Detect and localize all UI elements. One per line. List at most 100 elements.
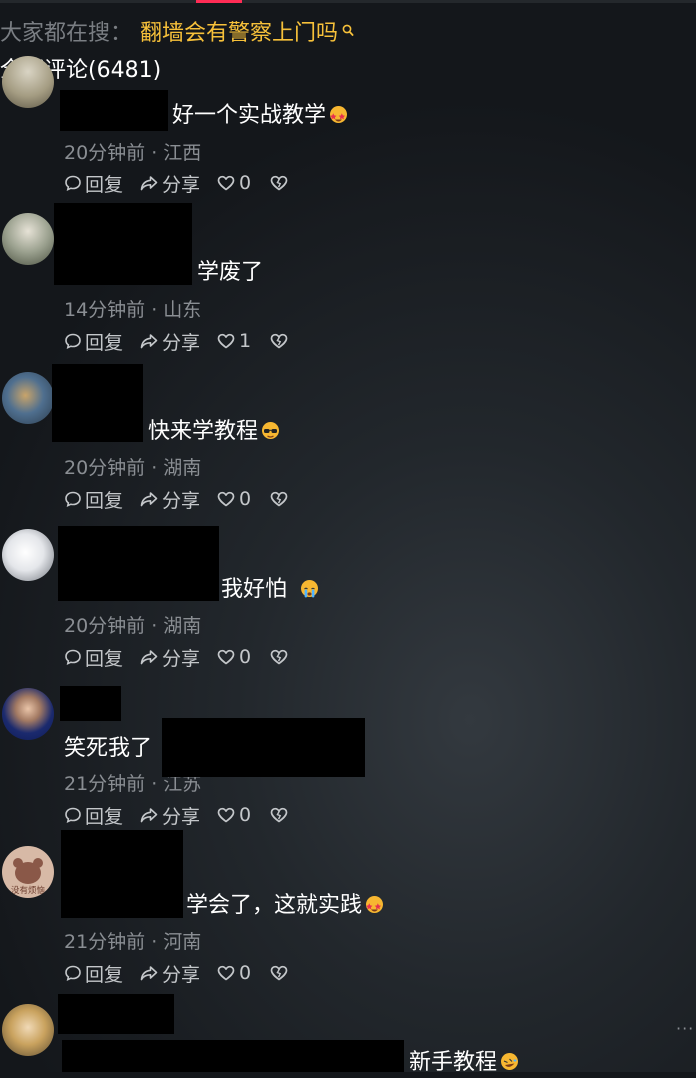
reply-button[interactable]: 回复: [64, 170, 123, 197]
comment-text: 学会了，这就实践: [186, 887, 384, 919]
redacted-username: [60, 90, 168, 131]
search-icon[interactable]: [342, 19, 354, 44]
heart-icon: [217, 807, 235, 823]
like-count: 0: [239, 804, 252, 826]
comment-text: 学废了: [197, 260, 264, 285]
broken-heart-icon: [270, 333, 288, 349]
avatar[interactable]: 没有烦恼: [2, 846, 54, 898]
reply-button[interactable]: 回复: [64, 328, 123, 355]
reply-button[interactable]: 回复: [64, 644, 123, 671]
top-progress-line: [0, 0, 696, 3]
rofl-emoji-icon: [501, 1052, 519, 1070]
like-count: 0: [239, 172, 252, 194]
share-icon: [140, 176, 158, 191]
star-struck-emoji-icon: [366, 895, 384, 913]
like-button[interactable]: 0: [216, 962, 251, 984]
redacted-username: [54, 203, 192, 285]
redacted-username: [58, 526, 219, 601]
heart-icon: [217, 333, 235, 349]
broken-heart-icon: [270, 649, 288, 665]
avatar[interactable]: [2, 529, 54, 581]
share-button[interactable]: 分享: [139, 486, 200, 513]
redacted-username: [52, 364, 143, 442]
dislike-button[interactable]: [269, 964, 292, 982]
reply-icon: [65, 333, 81, 349]
broken-heart-icon: [270, 175, 288, 191]
heart-icon: [217, 965, 235, 981]
avatar[interactable]: [2, 213, 54, 265]
like-count: 0: [239, 488, 252, 510]
reply-icon: [65, 965, 81, 981]
share-icon: [140, 492, 158, 507]
avatar[interactable]: [2, 688, 54, 740]
like-button[interactable]: 0: [216, 488, 251, 510]
reply-icon: [65, 649, 81, 665]
comment-text: 笑死我了: [64, 736, 153, 761]
dislike-button[interactable]: [269, 174, 292, 192]
like-button[interactable]: 0: [216, 804, 251, 826]
dislike-button[interactable]: [269, 648, 292, 666]
dislike-button[interactable]: [269, 806, 292, 824]
redacted-username: [61, 830, 183, 918]
search-term-link[interactable]: 翻墙会有警察上门吗: [140, 15, 338, 47]
share-button[interactable]: 分享: [139, 644, 200, 671]
comment-meta: 20分钟前 · 江西: [64, 142, 202, 164]
comment-actions: 回复 分享 0: [64, 960, 308, 986]
like-button[interactable]: 0: [216, 646, 251, 668]
heart-icon: [217, 649, 235, 665]
dislike-button[interactable]: [269, 490, 292, 508]
comment-meta: 14分钟前 · 山东: [64, 299, 202, 321]
share-button[interactable]: 分享: [139, 328, 200, 355]
comment-actions: 回复 分享 0: [64, 644, 308, 670]
sunglasses-emoji-icon: [262, 421, 280, 439]
reply-button[interactable]: 回复: [64, 486, 123, 513]
avatar[interactable]: [2, 372, 54, 424]
broken-heart-icon: [270, 807, 288, 823]
share-button[interactable]: 分享: [139, 960, 200, 987]
redacted-username: [58, 994, 174, 1034]
comment-meta: 20分钟前 · 湖南: [64, 615, 202, 637]
broken-heart-icon: [270, 491, 288, 507]
search-suggestion[interactable]: 大家都在搜： 翻墙会有警察上门吗: [0, 14, 354, 48]
share-button[interactable]: 分享: [139, 802, 200, 829]
reply-button[interactable]: 回复: [64, 802, 123, 829]
heart-icon: [217, 491, 235, 507]
avatar[interactable]: [2, 1004, 54, 1056]
crying-emoji-icon: [301, 579, 319, 597]
like-button[interactable]: 1: [216, 330, 251, 352]
comment-text: 好一个实战教学: [172, 97, 348, 129]
reply-button[interactable]: 回复: [64, 960, 123, 987]
like-count: 0: [239, 646, 252, 668]
more-options-icon[interactable]: ···: [676, 1019, 694, 1038]
reply-icon: [65, 491, 81, 507]
share-button[interactable]: 分享: [139, 170, 200, 197]
redacted-content: [62, 1040, 404, 1072]
reply-icon: [65, 175, 81, 191]
like-button[interactable]: 0: [216, 172, 251, 194]
like-count: 0: [239, 962, 252, 984]
comment-actions: 回复 分享 1: [64, 328, 308, 354]
comment-actions: 回复 分享 0: [64, 802, 308, 828]
comment-actions: 回复 分享 0: [64, 486, 308, 512]
avatar-caption: 没有烦恼: [11, 885, 45, 896]
comment-actions: 回复 分享 0: [64, 170, 308, 196]
comment-text: 新手教程: [409, 1044, 519, 1076]
star-struck-emoji-icon: [330, 105, 348, 123]
redacted-username: [60, 686, 121, 721]
like-count: 1: [239, 330, 252, 352]
reply-icon: [65, 807, 81, 823]
comment-text: 我好怕: [221, 571, 319, 603]
redacted-content: [162, 718, 365, 777]
share-icon: [140, 650, 158, 665]
search-prefix: 大家都在搜：: [0, 21, 133, 46]
share-icon: [140, 966, 158, 981]
share-icon: [140, 808, 158, 823]
comment-text: 快来学教程: [148, 413, 280, 445]
heart-icon: [217, 175, 235, 191]
share-icon: [140, 334, 158, 349]
comment-meta: 21分钟前 · 河南: [64, 931, 202, 953]
avatar[interactable]: [2, 56, 54, 108]
comment-meta: 20分钟前 · 湖南: [64, 457, 202, 479]
broken-heart-icon: [270, 965, 288, 981]
dislike-button[interactable]: [269, 332, 292, 350]
